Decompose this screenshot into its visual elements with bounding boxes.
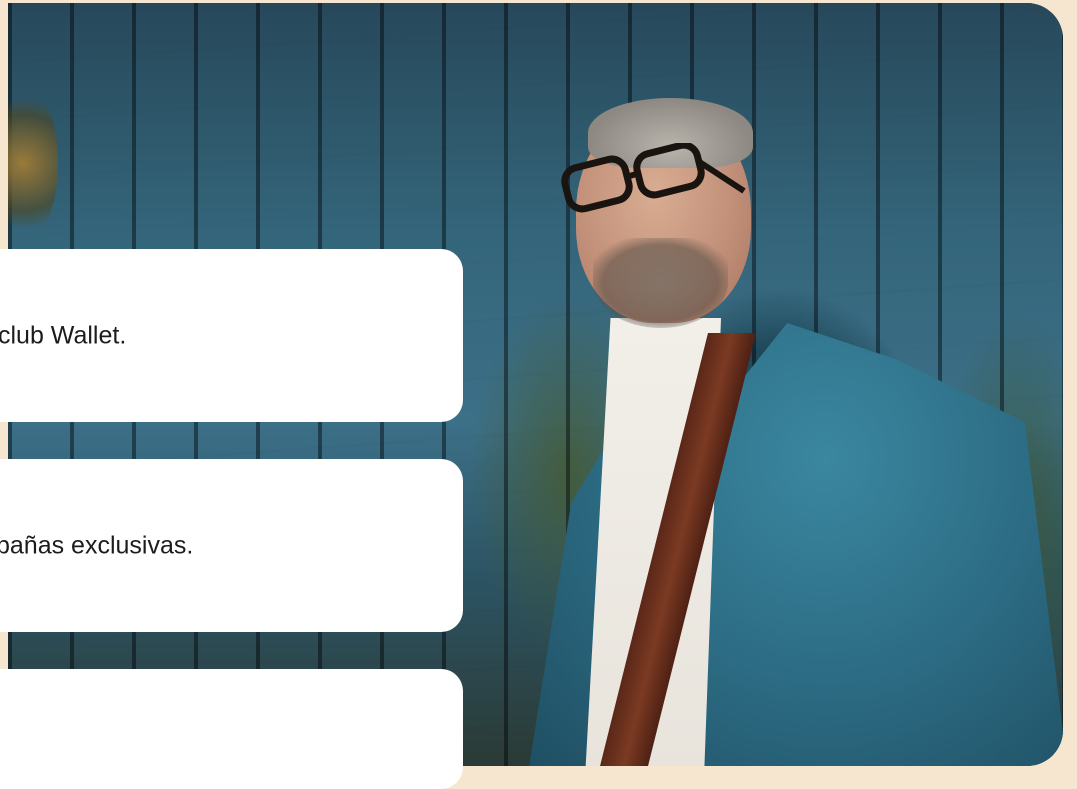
feature-card-wallet: club Wallet. (0, 249, 463, 422)
glasses (561, 143, 746, 213)
feature-card-campaigns: pañas exclusivas. (0, 459, 463, 632)
feature-card-third (0, 669, 463, 789)
feature-card-text: club Wallet. (0, 321, 127, 349)
feature-card-text: pañas exclusivas. (0, 531, 194, 559)
man-beard (593, 238, 728, 328)
